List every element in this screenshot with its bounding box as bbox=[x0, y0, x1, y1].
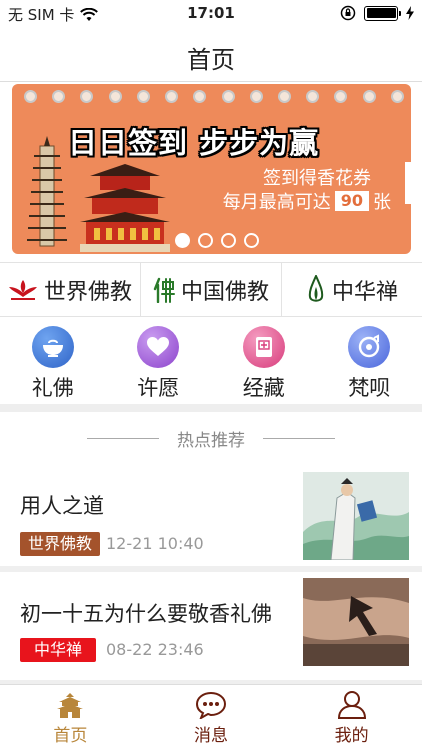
news-title: 初一十五为什么要敬香礼佛 bbox=[20, 602, 272, 626]
news-date: 08-22 23:46 bbox=[106, 640, 204, 659]
status-right bbox=[340, 5, 414, 21]
home-screen: 无 SIM 卡 17:01 首页 日日签到 步步为赢 签到得香花券 每月最高可达… bbox=[0, 0, 422, 750]
calendar-tab bbox=[405, 162, 411, 204]
news-thumbnail bbox=[303, 472, 409, 560]
divider-line bbox=[87, 437, 159, 439]
news-tag: 世界佛教 bbox=[20, 532, 101, 556]
news-item[interactable]: 用人之道 世界佛教 12-21 10:40 bbox=[0, 462, 422, 566]
banner-offer: 每月最高可达 90 张 bbox=[223, 188, 391, 214]
status-bar: 无 SIM 卡 17:01 bbox=[0, 0, 422, 28]
partner-label: 中华禅 bbox=[331, 279, 398, 305]
carousel-dot[interactable] bbox=[244, 233, 259, 248]
feature-menu: 礼佛 许愿 经藏 梵呗 bbox=[0, 318, 422, 404]
heart-icon bbox=[137, 326, 180, 368]
menu-chanting[interactable]: 梵呗 bbox=[317, 318, 422, 404]
tab-label: 消息 bbox=[194, 726, 228, 746]
tab-bar: 首页 消息 我的 bbox=[0, 684, 422, 750]
news-thumbnail bbox=[303, 578, 409, 666]
carousel-dot[interactable] bbox=[198, 233, 213, 248]
news-tag: 中华禅 bbox=[20, 638, 97, 662]
partner-label: 中国佛教 bbox=[180, 279, 269, 305]
chat-bubble-icon bbox=[195, 691, 227, 719]
menu-label: 经藏 bbox=[242, 376, 285, 400]
tab-label: 首页 bbox=[53, 726, 88, 746]
section-gap bbox=[0, 404, 422, 412]
rotation-lock-icon bbox=[340, 5, 356, 21]
menu-sutras[interactable]: 经藏 bbox=[211, 318, 317, 404]
partner-china-buddhism[interactable]: 中国佛教 bbox=[140, 263, 281, 316]
menu-label: 礼佛 bbox=[31, 376, 74, 400]
navigation-bar: 首页 bbox=[0, 28, 422, 82]
section-header: 热点推荐 bbox=[0, 418, 422, 458]
menu-worship[interactable]: 礼佛 bbox=[0, 318, 106, 404]
banner-subtitle: 签到得香花券 bbox=[263, 168, 371, 189]
partner-label: 世界佛教 bbox=[43, 279, 132, 305]
section-title: 热点推荐 bbox=[177, 430, 245, 451]
menu-wish[interactable]: 许愿 bbox=[106, 318, 212, 404]
user-icon bbox=[337, 691, 366, 719]
banner-offer-prefix: 每月最高可达 bbox=[222, 192, 331, 213]
page-title: 首页 bbox=[187, 46, 235, 74]
banner-headline: 日日签到 步步为赢 bbox=[68, 126, 320, 160]
charging-icon bbox=[406, 6, 414, 20]
battery-icon bbox=[364, 5, 401, 21]
calendar-card: 日日签到 步步为赢 签到得香花券 每月最高可达 90 张 bbox=[12, 84, 411, 254]
calendar-rings bbox=[24, 90, 404, 104]
lotus-logo-icon bbox=[8, 279, 37, 300]
carousel-dot[interactable] bbox=[221, 233, 236, 248]
partner-world-buddhism[interactable]: 世界佛教 bbox=[0, 263, 140, 316]
tab-messages[interactable]: 消息 bbox=[141, 685, 282, 750]
tab-profile[interactable]: 我的 bbox=[281, 685, 422, 750]
temple-icon bbox=[57, 693, 84, 718]
fo-logo-icon bbox=[153, 277, 175, 303]
partner-zhonghua-chan[interactable]: 中华禅 bbox=[281, 263, 422, 316]
banner-offer-suffix: 张 bbox=[373, 192, 391, 213]
carousel-dot[interactable] bbox=[175, 233, 190, 248]
partner-row: 世界佛教 中国佛教 中华禅 bbox=[0, 262, 422, 317]
flame-logo-icon bbox=[308, 274, 324, 302]
tab-home[interactable]: 首页 bbox=[0, 685, 141, 750]
news-title: 用人之道 bbox=[20, 494, 104, 518]
sign-in-banner[interactable]: 日日签到 步步为赢 签到得香花券 每月最高可达 90 张 bbox=[0, 82, 422, 259]
news-item[interactable]: 初一十五为什么要敬香礼佛 中华禅 08-22 23:46 bbox=[0, 572, 422, 680]
news-date: 12-21 10:40 bbox=[106, 534, 204, 553]
music-disc-icon bbox=[348, 326, 391, 368]
banner-offer-number: 90 bbox=[334, 191, 369, 211]
carousel-dots[interactable] bbox=[175, 233, 259, 248]
tab-label: 我的 bbox=[334, 726, 369, 746]
sutra-book-icon bbox=[242, 326, 285, 368]
divider-line bbox=[263, 437, 335, 439]
menu-label: 梵呗 bbox=[348, 376, 391, 400]
menu-label: 许愿 bbox=[137, 376, 180, 400]
offering-bowl-icon bbox=[31, 326, 74, 368]
